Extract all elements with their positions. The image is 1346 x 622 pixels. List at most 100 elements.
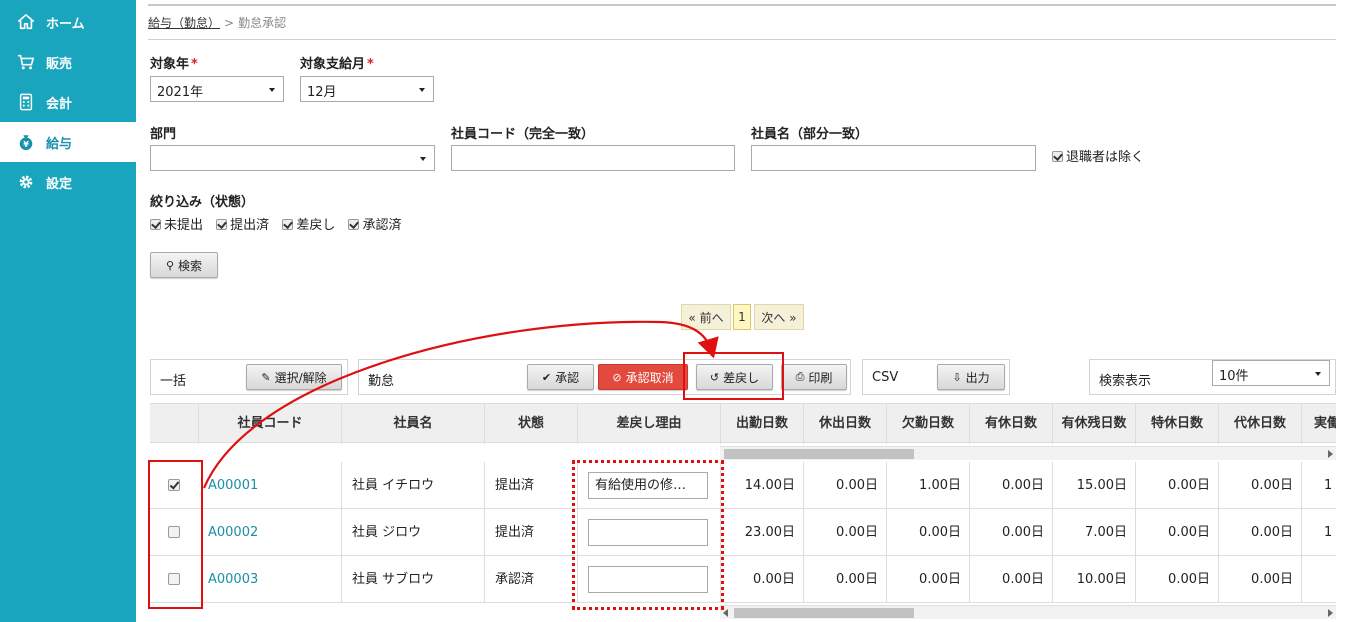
department-select[interactable] [150, 145, 435, 171]
search-button[interactable]: ⚲ 検索 [150, 252, 218, 278]
sidebar-item-settings[interactable]: 設定 [0, 162, 136, 202]
employee-code-cell: A00001 [198, 462, 341, 509]
row-checkbox[interactable] [168, 573, 180, 585]
paid-leave-remaining-cell: 7.00日 [1052, 509, 1135, 556]
header-holiday-work-days[interactable]: 休出日数 [803, 404, 886, 444]
top-divider [148, 4, 1336, 6]
filter-checkbox[interactable] [348, 219, 360, 230]
select-toggle-button[interactable]: ✎ 選択/解除 [246, 364, 342, 390]
chevron-down-icon [420, 157, 426, 161]
sidebar-item-sales[interactable]: 販売 [0, 42, 136, 82]
scrollbar-thumb[interactable] [724, 449, 914, 459]
filter-approved[interactable]: 承認済 [348, 218, 401, 233]
exclude-retired-label: 退職者は除く [1066, 150, 1145, 165]
table-row[interactable]: A00001 社員 イチロウ 提出済 有給使用の修… 14.00日 0.00日 … [150, 462, 1336, 509]
employee-code-cell: A00002 [198, 509, 341, 556]
sidebar-item-label: 設定 [46, 176, 73, 192]
special-leave-days-cell: 0.00日 [1135, 509, 1218, 556]
row-select-cell [150, 509, 198, 556]
work-days-cell: 0.00日 [720, 556, 803, 603]
display-count-select[interactable]: 10件 [1212, 360, 1330, 386]
required-mark: * [367, 57, 374, 72]
header-employee-code[interactable]: 社員コード [198, 404, 341, 444]
filter-checkbox[interactable] [216, 219, 228, 230]
filter-checkbox[interactable] [282, 219, 294, 230]
substitute-days-cell: 0.00日 [1218, 556, 1301, 603]
scrollbar-thumb[interactable] [734, 608, 914, 618]
employee-code-input[interactable] [451, 145, 735, 171]
employee-code-cell: A00003 [198, 556, 341, 603]
header-status[interactable]: 状態 [484, 404, 577, 444]
employee-name-label: 社員名（部分一致） [751, 127, 869, 142]
header-special-leave-days[interactable]: 特休日数 [1135, 404, 1218, 444]
print-button[interactable]: ⎙ 印刷 [781, 364, 847, 390]
sidebar-item-payroll[interactable]: ¥ 給与 [0, 122, 136, 162]
breadcrumb-parent-link[interactable]: 給与（勤怠） [148, 16, 220, 30]
filter-sent-back[interactable]: 差戻し [282, 218, 335, 233]
approve-button[interactable]: ✔ 承認 [527, 364, 594, 390]
sendback-reason-input[interactable]: 有給使用の修… [588, 472, 708, 499]
send-back-button[interactable]: ↺ 差戻し [696, 364, 773, 390]
header-absence-days[interactable]: 欠勤日数 [886, 404, 969, 444]
export-button[interactable]: ⇩ 出力 [937, 364, 1005, 390]
header-paid-leave-days[interactable]: 有休日数 [969, 404, 1052, 444]
sendback-reason-input[interactable] [588, 566, 708, 593]
paid-leave-remaining-cell: 10.00日 [1052, 556, 1135, 603]
breadcrumb: 給与（勤怠） > 勤怠承認 [148, 14, 286, 31]
exclude-retired-option[interactable]: 退職者は除く [1052, 146, 1144, 165]
sendback-reason-input[interactable] [588, 519, 708, 546]
scroll-left-arrow-icon[interactable] [723, 609, 728, 617]
chevron-down-icon [419, 88, 425, 92]
holiday-work-days-cell: 0.00日 [803, 556, 886, 603]
header-employee-name[interactable]: 社員名 [341, 404, 484, 444]
employee-code-link[interactable]: A00001 [208, 478, 258, 493]
header-substitute-days[interactable]: 代休日数 [1218, 404, 1301, 444]
year-select[interactable]: 2021年 [150, 76, 284, 102]
sendback-reason-cell: 有給使用の修… [577, 462, 720, 509]
table-header: 社員コード 社員名 状態 差戻し理由 出勤日数 休出日数 欠勤日数 有休日数 有… [150, 403, 1336, 444]
status-cell: 提出済 [484, 462, 577, 509]
header-work-days[interactable]: 出勤日数 [720, 404, 803, 444]
sidebar-item-label: ホーム [46, 16, 85, 32]
gear-icon [16, 172, 36, 192]
employee-name-cell: 社員 サブロウ [341, 556, 484, 603]
table-horizontal-scrollbar-top[interactable] [720, 446, 1336, 460]
edit-icon: ✎ [261, 370, 271, 384]
sidebar-item-home[interactable]: ホーム [0, 2, 136, 42]
exclude-retired-checkbox[interactable] [1052, 151, 1063, 162]
header-sendback-reason[interactable]: 差戻し理由 [577, 404, 720, 444]
employee-name-input[interactable] [751, 145, 1036, 171]
substitute-days-cell: 0.00日 [1218, 509, 1301, 556]
ban-icon: ⊘ [612, 370, 622, 384]
table-horizontal-scrollbar-bottom[interactable] [720, 605, 1336, 619]
sendback-reason-cell [577, 509, 720, 556]
table-row[interactable]: A00003 社員 サブロウ 承認済 0.00日 0.00日 0.00日 0.0… [150, 556, 1336, 603]
pager-current-page[interactable]: 1 [733, 304, 751, 330]
row-checkbox[interactable] [168, 479, 180, 491]
substitute-days-cell: 0.00日 [1218, 462, 1301, 509]
filter-checkbox[interactable] [150, 219, 161, 230]
pager-next[interactable]: 次へ » [754, 304, 804, 330]
employee-code-label: 社員コード（完全一致） [451, 127, 595, 142]
holiday-work-days-cell: 0.00日 [803, 509, 886, 556]
money-bag-icon: ¥ [16, 132, 36, 152]
scroll-right-arrow-icon[interactable] [1328, 609, 1333, 617]
scroll-right-arrow-icon[interactable] [1328, 450, 1333, 458]
pager-prev[interactable]: « 前へ [681, 304, 731, 330]
sidebar-item-accounting[interactable]: 会計 [0, 82, 136, 122]
sidebar-item-label: 販売 [46, 56, 73, 72]
header-actual-work[interactable]: 実働 [1301, 404, 1336, 444]
actual-work-cell: 1 [1301, 462, 1336, 509]
chevron-down-icon [269, 88, 275, 92]
main-content: 給与（勤怠） > 勤怠承認 対象年 * 2021年 対象支給月 * 12月 部門 社員コ… [136, 0, 1346, 622]
employee-code-link[interactable]: A00003 [208, 572, 258, 587]
row-checkbox[interactable] [168, 526, 180, 538]
month-select[interactable]: 12月 [300, 76, 434, 102]
employee-name-cell: 社員 ジロウ [341, 509, 484, 556]
table-row[interactable]: A00002 社員 ジロウ 提出済 23.00日 0.00日 0.00日 0.0… [150, 509, 1336, 556]
filter-submitted[interactable]: 提出済 [216, 218, 269, 233]
filter-not-submitted[interactable]: 未提出 [150, 218, 203, 233]
cancel-approval-button[interactable]: ⊘ 承認取消 [598, 364, 688, 390]
header-paid-leave-remaining[interactable]: 有休残日数 [1052, 404, 1135, 444]
employee-code-link[interactable]: A00002 [208, 525, 258, 540]
